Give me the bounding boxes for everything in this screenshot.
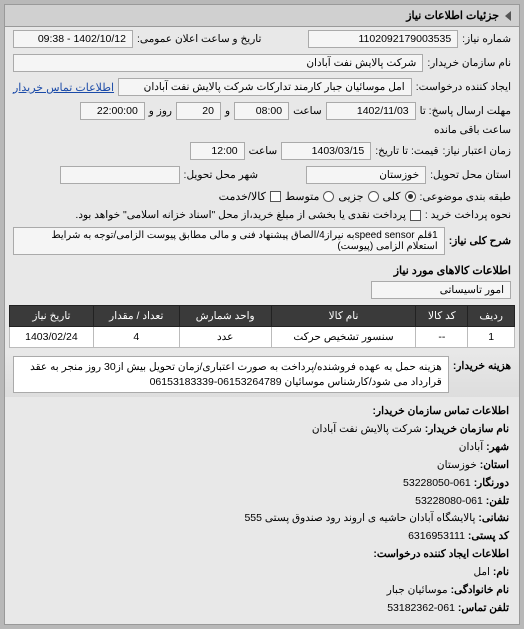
c-fax-value: 061-53228050 xyxy=(403,477,471,489)
buyer-contact-link[interactable]: اطلاعات تماس خریدار xyxy=(13,81,114,94)
ship-label: هزینه خریدار: xyxy=(453,356,511,372)
cell-name: سنسور تشخیص حرکت xyxy=(271,327,416,348)
c-fax-label: دورنگار: xyxy=(474,477,509,489)
ship-note: هزینه حمل به عهده فروشنده/پرداخت به صورت… xyxy=(13,356,449,393)
col-date[interactable]: تاریخ نیاز xyxy=(10,306,94,327)
creator-label: ایجاد کننده درخواست: xyxy=(416,81,511,93)
resp-date-value: 1402/11/03 xyxy=(326,102,416,120)
checkbox-icon xyxy=(270,191,281,202)
col-code[interactable]: کد کالا xyxy=(416,306,468,327)
c-name-value: امل xyxy=(473,566,490,578)
title-label: شرح کلی نیاز: xyxy=(449,235,511,247)
c-name-label: نام: xyxy=(493,566,509,578)
c-org-label: نام سازمان خریدار: xyxy=(425,423,509,435)
pay-label: نحوه پرداخت خرید : xyxy=(425,209,511,221)
creator-value: امل موسائیان جبار کارمند تدارکات شرکت پا… xyxy=(118,78,412,96)
c-ptel-value: 061-53182362 xyxy=(387,602,455,614)
c-addr-label: نشانی: xyxy=(478,512,509,524)
c-fam-value: موسائیان جبار xyxy=(387,584,448,596)
c-city-label: شهر: xyxy=(486,441,509,453)
c-tel-label: تلفن: xyxy=(486,495,509,507)
rem-suffix-label: ساعت باقی مانده xyxy=(434,124,511,136)
cat-mid-label: متوسط xyxy=(285,190,320,203)
table-row[interactable]: 1 -- سنسور تشخیص حرکت عدد 4 1403/02/24 xyxy=(10,327,515,348)
resp-time-value: 08:00 xyxy=(234,102,289,120)
panel-title: جزئیات اطلاعات نیاز xyxy=(406,9,499,22)
req-no-label: شماره نیاز: xyxy=(462,33,511,45)
deliv-prov-label: استان محل تحویل: xyxy=(430,169,511,181)
c-org-value: شرکت پالایش نفت آبادان xyxy=(312,423,422,435)
amr-field: امور تاسیساتی xyxy=(371,281,511,299)
c-city-value: آبادان xyxy=(459,441,483,453)
cat-item-check[interactable]: کالا/خدمت xyxy=(219,190,281,203)
radio-icon xyxy=(368,191,379,202)
c-post-label: کد پستی: xyxy=(468,530,509,542)
contact-block: اطلاعات تماس سازمان خریدار: نام سازمان خ… xyxy=(5,397,519,623)
c-req-label: اطلاعات ایجاد کننده درخواست: xyxy=(15,546,509,564)
cell-date: 1403/02/24 xyxy=(10,327,94,348)
title-value: 1قلم speed sensorبه نیراز4/الصاق پیشنهاد… xyxy=(13,227,445,255)
resp-until-label: مهلت ارسال پاسخ: تا xyxy=(420,105,511,117)
radio-icon xyxy=(323,191,334,202)
col-qty[interactable]: تعداد / مقدار xyxy=(93,306,179,327)
deliv-city-value xyxy=(60,166,180,184)
cell-code: -- xyxy=(416,327,468,348)
c-fam-label: نام خانوادگی: xyxy=(451,584,509,596)
cat-label: طبقه بندی موضوعی: xyxy=(420,191,511,203)
cat-mid-radio[interactable]: متوسط xyxy=(285,190,335,203)
and-label: و xyxy=(225,105,230,117)
req-no-value: 1102092179003535 xyxy=(308,30,458,48)
need-details-panel: جزئیات اطلاعات نیاز شماره نیاز: 11020921… xyxy=(4,4,520,625)
buyer-value: شرکت پالایش نفت آبادان xyxy=(13,54,423,72)
panel-header[interactable]: جزئیات اطلاعات نیاز xyxy=(5,5,519,27)
col-name[interactable]: نام کالا xyxy=(271,306,416,327)
c-tel-value: 061-53228080 xyxy=(415,495,483,507)
col-row[interactable]: ردیف xyxy=(468,306,515,327)
goods-section-header: اطلاعات کالاهای مورد نیاز xyxy=(5,258,519,279)
contact-title: اطلاعات تماس سازمان خریدار: xyxy=(15,403,509,421)
deliv-city-label: شهر محل تحویل: xyxy=(184,169,259,181)
time-label-1: ساعت xyxy=(293,105,322,117)
cell-row: 1 xyxy=(468,327,515,348)
collapse-icon xyxy=(505,11,511,21)
quote-date-value: 1403/03/15 xyxy=(281,142,371,160)
pay-checkbox[interactable] xyxy=(410,210,421,221)
time-label-2: ساعت xyxy=(249,145,278,157)
pub-date-value: 1402/10/12 - 09:38 xyxy=(13,30,133,48)
cell-qty: 4 xyxy=(93,327,179,348)
c-post-value: 6316953111 xyxy=(408,530,465,542)
deliv-prov-value: خوزستان xyxy=(306,166,426,184)
quote-until-label: قیمت: تا تاریخ: xyxy=(375,145,438,157)
c-addr-value: پالایشگاه آبادان حاشیه ی اروند رود صندوق… xyxy=(244,512,475,524)
cat-part-radio[interactable]: جزیی xyxy=(338,190,378,203)
valid-label: زمان اعتبار نیاز: xyxy=(442,145,511,157)
radio-icon xyxy=(405,191,416,202)
cell-unit: عدد xyxy=(179,327,271,348)
buyer-label: نام سازمان خریدار: xyxy=(427,57,511,69)
cat-part-label: جزیی xyxy=(338,190,363,203)
rem-time-value: 22:00:00 xyxy=(80,102,145,120)
c-prov-label: استان: xyxy=(480,459,509,471)
pub-date-label: تاریخ و ساعت اعلان عمومی: xyxy=(137,33,261,45)
day-and-label: روز و xyxy=(149,105,172,117)
cat-all-label: کلی xyxy=(383,190,401,203)
c-ptel-label: تلفن تماس: xyxy=(458,602,509,614)
pay-note: پرداخت نقدی یا بخشی از مبلغ خرید،از محل … xyxy=(75,209,405,221)
cat-all-radio[interactable]: کلی xyxy=(383,190,416,203)
col-unit[interactable]: واحد شمارش xyxy=(179,306,271,327)
c-prov-value: خوزستان xyxy=(437,459,477,471)
cat-item-label: کالا/خدمت xyxy=(219,190,266,203)
days-remaining-value: 20 xyxy=(176,102,221,120)
items-table: ردیف کد کالا نام کالا واحد شمارش تعداد /… xyxy=(9,305,515,348)
quote-time-value: 12:00 xyxy=(190,142,245,160)
